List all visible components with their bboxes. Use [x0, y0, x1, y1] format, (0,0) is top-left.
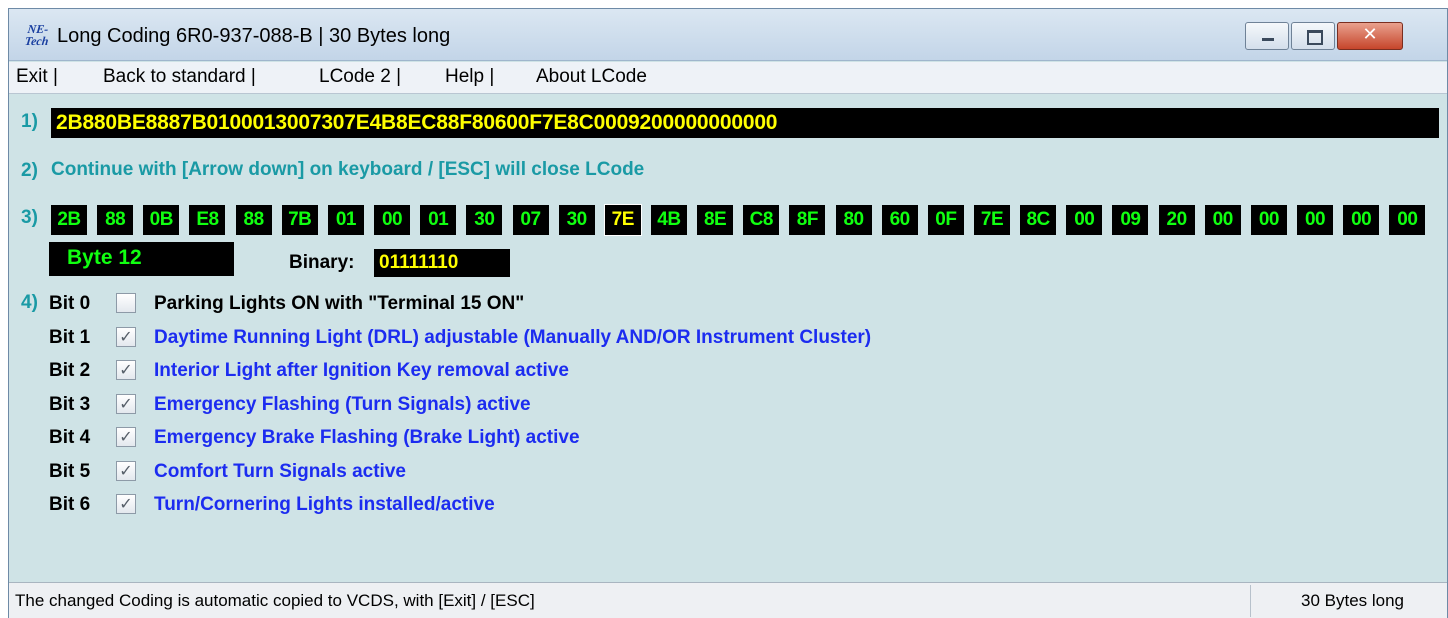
- check-icon: ✓: [119, 328, 133, 346]
- step-1-label: 1): [21, 111, 38, 132]
- menu-exit[interactable]: Exit |: [16, 66, 58, 88]
- byte-cell[interactable]: 30: [558, 205, 595, 235]
- byte-cell[interactable]: 80: [835, 205, 872, 235]
- byte-cell[interactable]: 00: [1204, 205, 1241, 235]
- bit-checkbox[interactable]: [116, 293, 136, 313]
- bit-checkbox[interactable]: ✓: [116, 360, 136, 380]
- menu-help[interactable]: Help |: [445, 66, 494, 88]
- bit-row: Bit 5 ✓ Comfort Turn Signals active: [47, 458, 1147, 488]
- bit-checkbox[interactable]: ✓: [116, 393, 136, 414]
- window-title: Long Coding 6R0-937-088-B | 30 Bytes lon…: [57, 25, 451, 47]
- byte-cell[interactable]: 8C: [1020, 205, 1057, 235]
- byte-cell[interactable]: 0F: [927, 205, 964, 235]
- step-2-label: 2): [21, 160, 38, 181]
- bit-row: Bit 2 ✓ Interior Light after Ignition Key …: [47, 357, 1147, 387]
- check-icon: ✓: [119, 395, 133, 413]
- byte-cell[interactable]: 8E: [697, 205, 734, 235]
- byte-cell[interactable]: 00: [374, 205, 411, 235]
- bit-name: Bit 0: [49, 293, 91, 314]
- bit-checkbox[interactable]: ✓: [116, 326, 136, 347]
- bit-checkbox[interactable]: ✓: [116, 494, 136, 514]
- byte-cell[interactable]: 00: [1343, 205, 1380, 235]
- bit-checkbox[interactable]: ✓: [116, 460, 136, 481]
- byte-cell[interactable]: 20: [1158, 205, 1195, 235]
- check-icon: ✓: [119, 462, 133, 480]
- step-3-label: 3): [21, 207, 38, 228]
- bit-row: Bit 1 ✓ Daytime Running Light (DRL) adjust…: [47, 324, 1147, 354]
- bit-description: Interior Light after Ignition Key remova…: [154, 360, 569, 381]
- byte-cell[interactable]: 7B: [281, 205, 318, 235]
- bit-description: Emergency Flashing (Turn Signals) active: [154, 393, 531, 415]
- binary-label: Binary:: [289, 252, 355, 273]
- byte-cell[interactable]: 00: [1066, 205, 1103, 235]
- bit-description: Parking Lights ON with "Terminal 15 ON": [154, 293, 525, 314]
- bit-checkbox[interactable]: ✓: [116, 427, 136, 447]
- step-4-label: 4): [21, 292, 38, 313]
- menu-lcode-2[interactable]: LCode 2 |: [319, 66, 401, 88]
- byte-cell[interactable]: 01: [420, 205, 457, 235]
- byte-cell-selected[interactable]: 7E: [603, 204, 642, 236]
- menu-bar: Exit | Back to standard | LCode 2 | Help…: [9, 62, 1447, 94]
- coding-string-field[interactable]: 2B880BE8887B0100013007307E4B8EC88F80600F…: [51, 108, 1439, 138]
- menu-back-to-standard[interactable]: Back to standard |: [103, 66, 256, 88]
- bit-row: Bit 6 ✓ Turn/Cornering Lights installed/ac…: [47, 491, 1147, 521]
- bit-description: Daytime Running Light (DRL) adjustable (…: [154, 326, 872, 348]
- byte-cell[interactable]: 07: [512, 205, 549, 235]
- byte-cell[interactable]: 4B: [650, 205, 687, 235]
- bit-name: Bit 1: [49, 326, 91, 348]
- byte-cell[interactable]: 0B: [143, 205, 180, 235]
- bit-name: Bit 6: [49, 494, 91, 515]
- menu-about-lcode[interactable]: About LCode: [536, 66, 647, 88]
- byte-cell[interactable]: 88: [235, 205, 272, 235]
- selected-byte-label: Byte 12: [49, 242, 234, 276]
- byte-cell[interactable]: 00: [1250, 205, 1287, 235]
- lcode-window: NE- Tech Long Coding 6R0-937-088-B | 30 …: [8, 8, 1448, 618]
- minimize-button[interactable]: [1245, 22, 1289, 50]
- title-bar[interactable]: NE- Tech Long Coding 6R0-937-088-B | 30 …: [9, 9, 1447, 61]
- bit-row: Bit 0 Parking Lights ON with "Terminal 15…: [47, 290, 1147, 320]
- bit-description: Emergency Brake Flashing (Brake Light) a…: [154, 427, 580, 448]
- bit-row: Bit 3 ✓ Emergency Flashing (Turn Signals) …: [47, 391, 1147, 421]
- check-icon: ✓: [119, 496, 133, 513]
- status-length: 30 Bytes long: [1301, 591, 1405, 610]
- byte-cell[interactable]: C8: [743, 205, 780, 235]
- binary-value: 01111110: [374, 249, 510, 277]
- byte-cell[interactable]: 7E: [974, 205, 1010, 235]
- bit-description: Comfort Turn Signals active: [154, 460, 406, 482]
- byte-cell[interactable]: E8: [189, 205, 226, 235]
- byte-cell[interactable]: 2B: [51, 205, 87, 235]
- bit-name: Bit 5: [49, 460, 91, 482]
- status-bar: The changed Coding is automatic copied t…: [9, 582, 1447, 618]
- bit-name: Bit 4: [49, 427, 91, 448]
- byte-cell[interactable]: 30: [466, 205, 503, 235]
- close-button[interactable]: [1337, 22, 1403, 50]
- bit-name: Bit 3: [49, 393, 91, 415]
- bit-name: Bit 2: [49, 360, 91, 381]
- status-message: The changed Coding is automatic copied t…: [15, 591, 535, 610]
- byte-cell[interactable]: 01: [327, 205, 364, 235]
- byte-cell[interactable]: 00: [1297, 205, 1334, 235]
- byte-cell[interactable]: 8F: [789, 205, 826, 235]
- byte-cell[interactable]: 88: [97, 205, 134, 235]
- keyboard-hint: Continue with [Arrow down] on keyboard /…: [51, 159, 645, 180]
- app-logo-icon: NE- Tech: [24, 22, 50, 48]
- check-icon: ✓: [119, 362, 133, 379]
- byte-cell[interactable]: 60: [881, 205, 918, 235]
- bit-description: Turn/Cornering Lights installed/active: [154, 494, 495, 515]
- bit-row: Bit 4 ✓ Emergency Brake Flashing (Brake Li…: [47, 424, 1147, 454]
- maximize-button[interactable]: [1291, 22, 1335, 50]
- check-icon: ✓: [119, 429, 133, 446]
- byte-cell[interactable]: 00: [1389, 205, 1426, 235]
- byte-cell[interactable]: 09: [1112, 205, 1149, 235]
- status-divider: [1250, 585, 1251, 617]
